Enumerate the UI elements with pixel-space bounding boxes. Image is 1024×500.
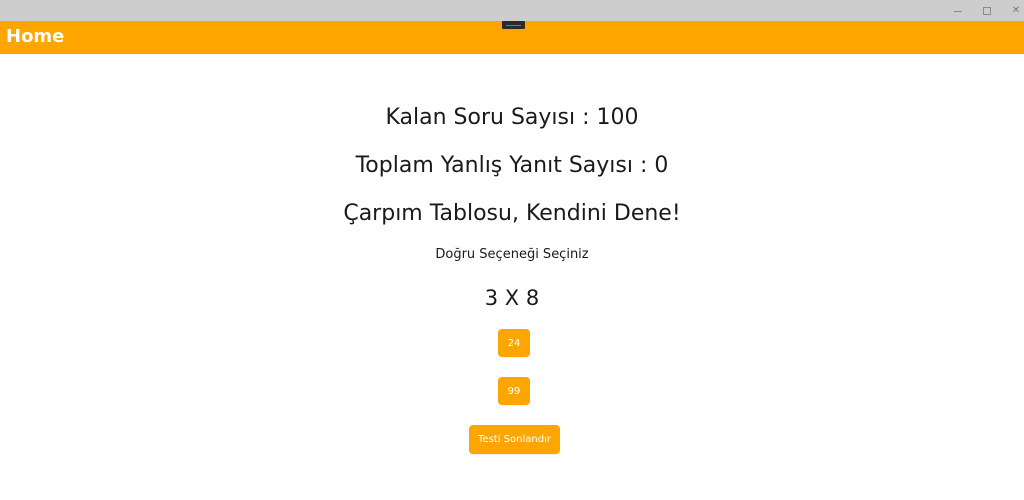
minimize-icon[interactable] — [944, 0, 972, 21]
app-bar: Home — [0, 21, 1024, 54]
quiz-heading: Çarpım Tablosu, Kendini Dene! — [343, 201, 681, 226]
remaining-questions-text: Kalan Soru Sayısı : 100 — [385, 105, 639, 130]
wrong-answers-text: Toplam Yanlış Yanıt Sayısı : 0 — [355, 153, 669, 178]
app-window: ✕ Home Kalan Soru Sayısı : 100 Toplam Ya… — [0, 0, 1024, 500]
drag-handle-icon[interactable] — [502, 21, 525, 29]
question-text: 3 X 8 — [484, 286, 540, 310]
answer-option-button[interactable]: 24 — [498, 329, 530, 357]
end-test-button[interactable]: Testi Sonlandır — [469, 425, 560, 454]
close-icon[interactable]: ✕ — [1002, 0, 1024, 21]
answer-option-button[interactable]: 99 — [498, 377, 530, 405]
maximize-icon[interactable] — [973, 0, 1001, 21]
main-content: Kalan Soru Sayısı : 100 Toplam Yanlış Ya… — [0, 54, 1024, 500]
window-titlebar[interactable]: ✕ — [0, 0, 1024, 21]
page-title: Home — [6, 26, 65, 47]
instruction-text: Doğru Seçeneği Seçiniz — [435, 247, 589, 262]
